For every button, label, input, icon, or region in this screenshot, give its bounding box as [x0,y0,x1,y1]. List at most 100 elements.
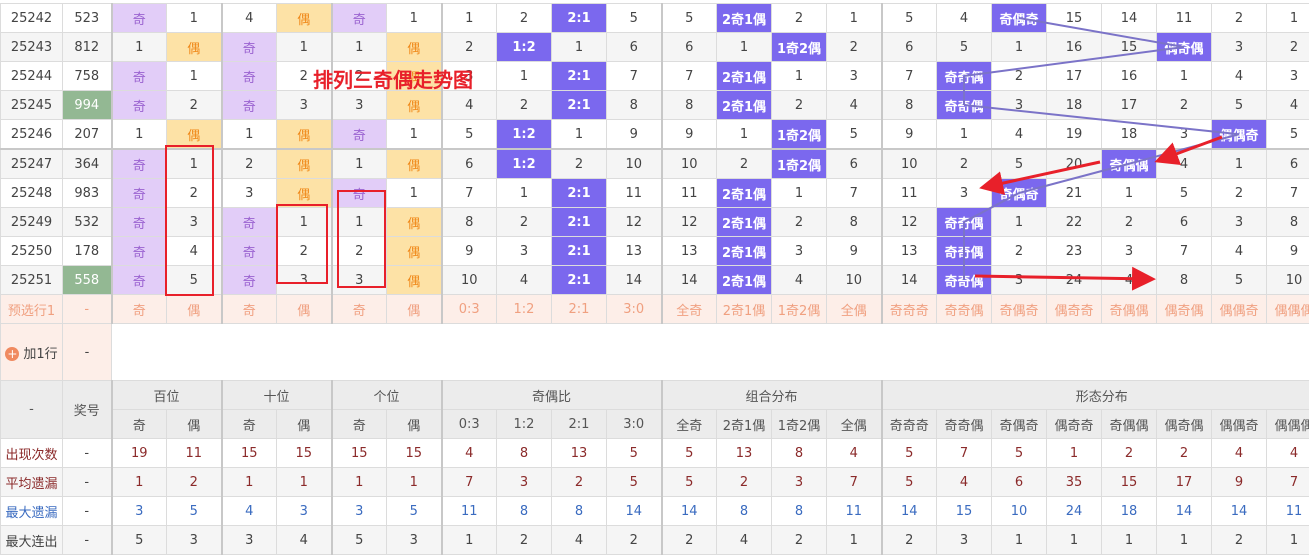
miss-count-cell: 2 [442,33,497,62]
miss-count-cell: 7 [827,179,882,208]
preselect-label[interactable]: 预选行1 [1,295,63,324]
preselect-option[interactable]: 2:1 [552,295,607,324]
miss-count-cell: 3 [1157,120,1212,150]
stats-value: 8 [772,497,827,526]
miss-count-cell: 3 [277,91,332,120]
winning-number-cell: 532 [63,208,112,237]
miss-count-cell: 1 [497,62,552,91]
miss-count-cell: 1 [332,33,387,62]
hit-cell: 2奇1偶 [717,266,772,295]
chart-title-overlay: 排列三奇偶走势图 [313,64,473,93]
stats-value: 8 [497,497,552,526]
hit-cell: 奇 [112,62,167,91]
miss-count-cell: 8 [1267,208,1309,237]
hit-cell: 2:1 [552,62,607,91]
hit-cell: 偶 [277,149,332,179]
miss-count-cell: 13 [882,237,937,266]
miss-count-cell: 7 [607,62,662,91]
miss-count-cell: 9 [882,120,937,150]
table-row: 252462071偶1偶奇151:219911奇2偶591419183偶偶奇5 [1,120,1309,150]
miss-count-cell: 2 [497,91,552,120]
miss-count-cell: 13 [607,237,662,266]
stats-value: 1 [1102,526,1157,555]
miss-count-cell: 4 [497,266,552,295]
preselect-option[interactable]: 奇偶奇 [992,295,1047,324]
preselect-option[interactable]: 偶偶偶 [1267,295,1309,324]
preselect-option[interactable]: 奇 [332,295,387,324]
preselect-row[interactable]: 预选行1-奇偶奇偶奇偶0:31:22:13:0全奇2奇1偶1奇2偶全偶奇奇奇奇奇… [1,295,1309,324]
preselect-option[interactable]: 偶 [167,295,222,324]
hit-cell: 奇 [222,266,277,295]
preselect-option[interactable]: 0:3 [442,295,497,324]
miss-count-cell: 1 [387,179,442,208]
preselect-option[interactable]: 2奇1偶 [717,295,772,324]
stats-value: 1 [1047,526,1102,555]
stats-value: 1 [1047,439,1102,468]
stats-value: 5 [332,526,387,555]
hit-cell: 2奇1偶 [717,179,772,208]
hit-cell: 偶奇偶 [1157,33,1212,62]
miss-count-cell: 2 [1212,4,1267,33]
add-row-button[interactable]: +加1行 [1,324,63,381]
preselect-option[interactable]: 奇偶偶 [1102,295,1157,324]
miss-count-cell: 5 [827,120,882,150]
number-label: 奖号 [63,381,112,439]
hit-cell: 2:1 [552,208,607,237]
stats-value: 14 [607,497,662,526]
miss-count-cell: 4 [1102,266,1157,295]
stats-label: 出现次数 [1,439,63,468]
stats-value: 1 [332,468,387,497]
miss-count-cell: 5 [1157,179,1212,208]
stats-value: 4 [1212,439,1267,468]
issue-cell: 25251 [1,266,63,295]
stats-value: 15 [387,439,442,468]
preselect-option[interactable]: 全偶 [827,295,882,324]
preselect-option[interactable]: 奇 [222,295,277,324]
miss-count-cell: 6 [662,33,717,62]
winning-number-cell: 364 [63,149,112,179]
stats-value: 7 [827,468,882,497]
preselect-option[interactable]: 偶 [387,295,442,324]
miss-count-cell: 2 [717,149,772,179]
miss-count-cell: 14 [1102,4,1157,33]
preselect-option[interactable]: 偶奇偶 [1157,295,1212,324]
preselect-option[interactable]: 偶 [277,295,332,324]
preselect-option[interactable]: 奇奇奇 [882,295,937,324]
preselect-option[interactable]: 偶奇奇 [1047,295,1102,324]
stats-value: 1 [277,468,332,497]
hit-cell: 奇 [332,120,387,150]
stats-value: 2 [1102,439,1157,468]
group-header: 百位 [112,381,222,410]
miss-count-cell: 3 [992,91,1047,120]
stats-value: 1 [1267,526,1309,555]
miss-count-cell: 2 [1267,33,1309,62]
stats-value: 4 [442,439,497,468]
miss-count-cell: 4 [827,91,882,120]
winning-number-cell: 178 [63,237,112,266]
preselect-option[interactable]: 3:0 [607,295,662,324]
hit-cell: 1:2 [497,149,552,179]
preselect-option[interactable]: 1:2 [497,295,552,324]
hit-cell: 奇奇偶 [937,266,992,295]
preselect-option[interactable]: 1奇2偶 [772,295,827,324]
stats-value: 1 [827,526,882,555]
miss-count-cell: 3 [1102,237,1157,266]
preselect-option[interactable]: 全奇 [662,295,717,324]
miss-count-cell: 1 [222,120,277,150]
stats-value: 5 [387,497,442,526]
preselect-option[interactable]: 奇 [112,295,167,324]
preselect-option[interactable]: 奇奇偶 [937,295,992,324]
group-header: 组合分布 [662,381,882,410]
stats-value: 4 [1267,439,1309,468]
hit-cell: 2:1 [552,4,607,33]
hit-cell: 2:1 [552,237,607,266]
miss-count-cell: 1 [1102,179,1157,208]
miss-count-cell: 1 [387,4,442,33]
stats-value: 2 [552,468,607,497]
winning-number-cell: 983 [63,179,112,208]
miss-count-cell: 22 [1047,208,1102,237]
hit-cell: 奇奇偶 [937,91,992,120]
miss-count-cell: 3 [937,179,992,208]
preselect-dash: - [63,295,112,324]
preselect-option[interactable]: 偶偶奇 [1212,295,1267,324]
